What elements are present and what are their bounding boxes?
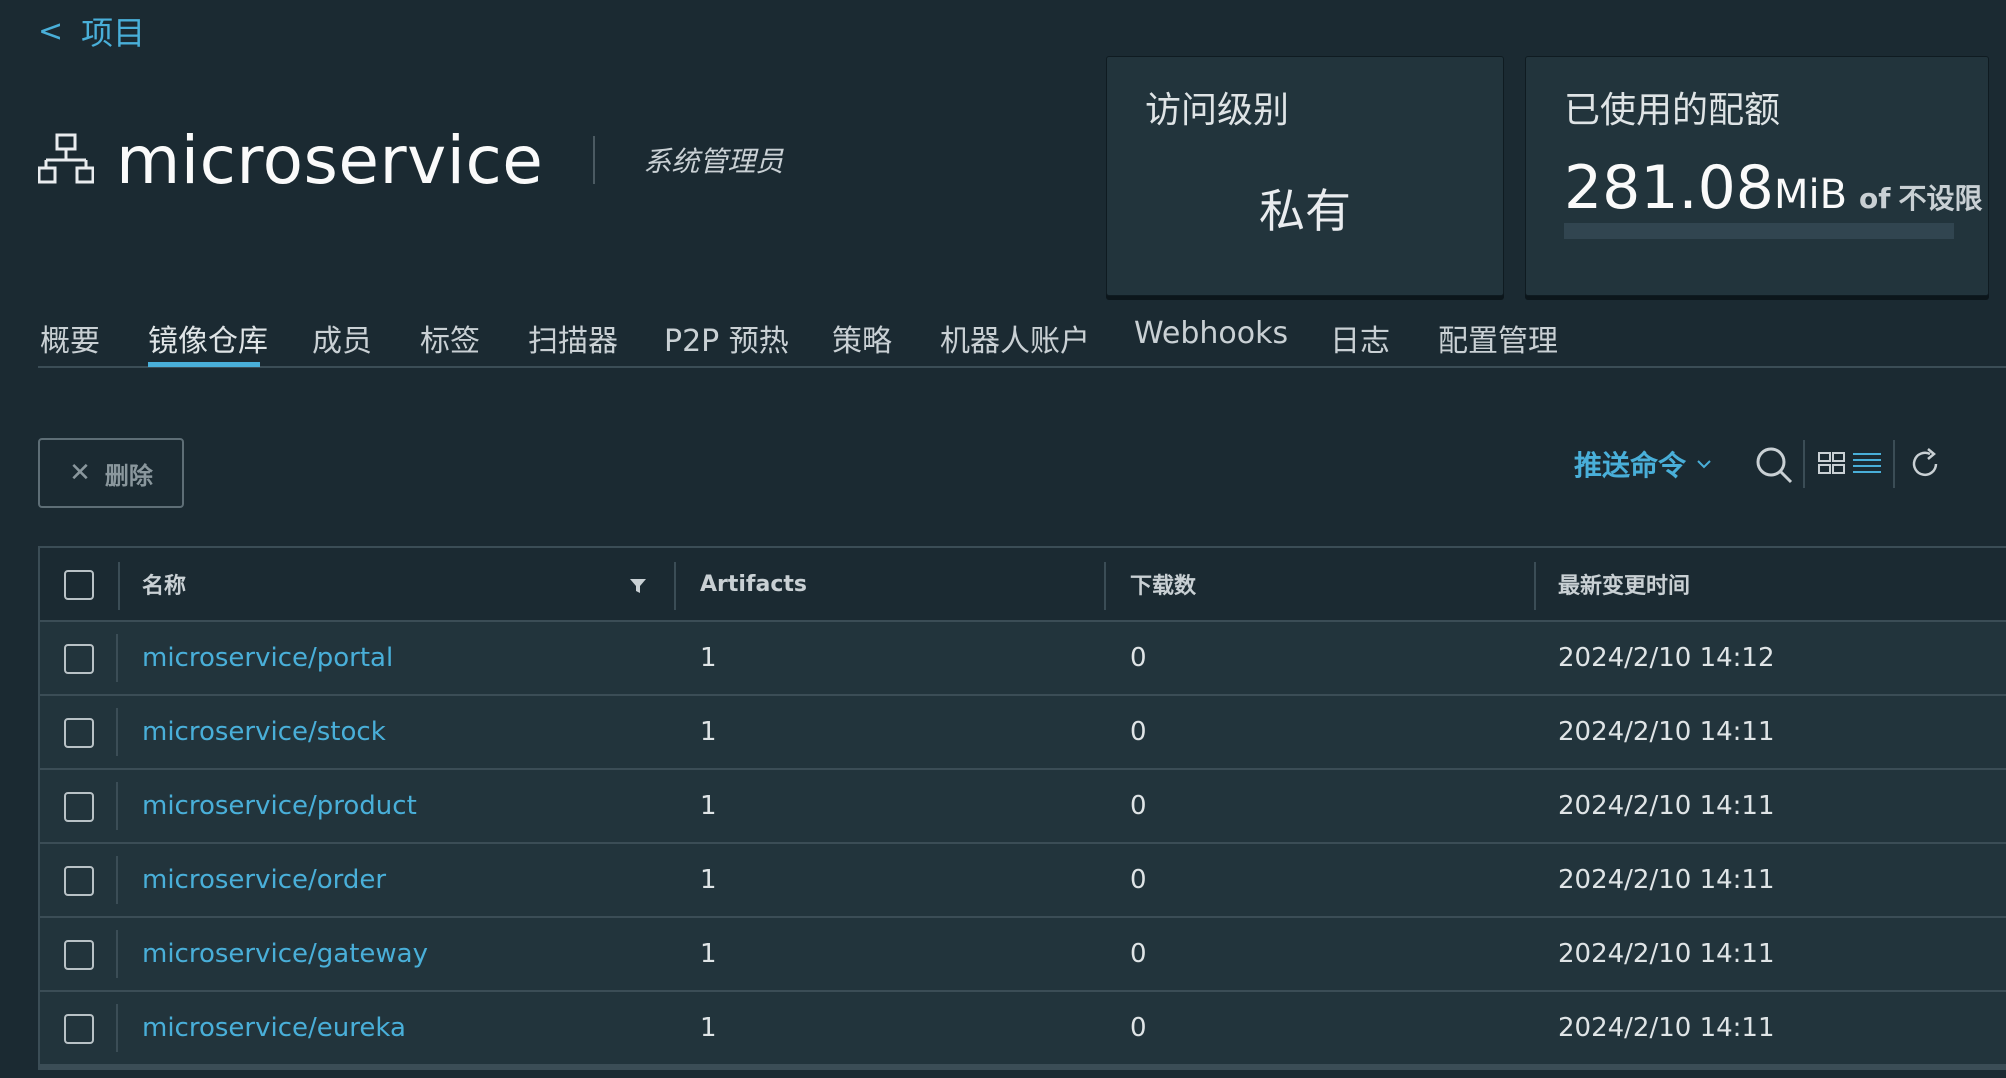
row-divider xyxy=(116,856,118,904)
pull-count: 0 xyxy=(1130,1013,1147,1043)
updated-time: 2024/2/10 14:11 xyxy=(1558,1013,1775,1043)
column-header-updated[interactable]: 最新变更时间 xyxy=(1558,548,1690,620)
refresh-icon[interactable] xyxy=(1908,447,1942,481)
table-row: microservice/eureka 1 0 2024/2/10 14:11 xyxy=(40,992,2006,1066)
push-command-label: 推送命令 xyxy=(1574,449,1687,482)
tab-robot-accounts[interactable]: 机器人账户 xyxy=(940,316,1090,360)
updated-time: 2024/2/10 14:11 xyxy=(1558,717,1775,747)
artifacts-count: 1 xyxy=(700,939,717,969)
access-level-card: 访问级别 私有 xyxy=(1106,56,1504,296)
delete-label: 删除 xyxy=(104,461,153,490)
project-role: 系统管理员 xyxy=(643,145,784,178)
quota-limit: 不设限 xyxy=(1898,182,1983,215)
row-checkbox[interactable] xyxy=(64,940,94,970)
repository-name-link[interactable]: microservice/gateway xyxy=(142,918,428,990)
chevron-down-icon xyxy=(1697,460,1711,469)
table-row: microservice/order 1 0 2024/2/10 14:11 xyxy=(40,844,2006,918)
row-divider xyxy=(116,708,118,756)
toolbar-divider xyxy=(1893,440,1895,488)
pull-count: 0 xyxy=(1130,865,1147,895)
repository-name-link[interactable]: microservice/eureka xyxy=(142,992,406,1064)
row-checkbox[interactable] xyxy=(64,866,94,896)
column-header-artifacts[interactable]: Artifacts xyxy=(700,548,807,620)
updated-time: 2024/2/10 14:11 xyxy=(1558,865,1775,895)
pull-count: 0 xyxy=(1130,791,1147,821)
tab-labels[interactable]: 标签 xyxy=(420,316,480,360)
artifacts-count: 1 xyxy=(700,791,717,821)
quota-value: 281.08 xyxy=(1564,153,1774,223)
tab-webhooks[interactable]: Webhooks xyxy=(1134,316,1288,351)
updated-time: 2024/2/10 14:11 xyxy=(1558,791,1775,821)
chevron-left-icon: < xyxy=(38,13,64,49)
project-title: microservice xyxy=(116,121,544,199)
grid-view-icon[interactable] xyxy=(1818,451,1846,475)
table-row: microservice/portal 1 0 2024/2/10 14:12 xyxy=(40,622,2006,696)
column-divider xyxy=(1534,562,1536,610)
row-divider xyxy=(116,1004,118,1052)
close-icon: ✕ xyxy=(69,458,91,488)
list-view-icon[interactable] xyxy=(1852,451,1882,475)
repositories-table: 名称 Artifacts 下载数 最新变更时间 microservice/por… xyxy=(38,546,2006,1066)
row-checkbox[interactable] xyxy=(64,718,94,748)
table-footer-edge xyxy=(38,1066,2006,1070)
artifacts-count: 1 xyxy=(700,643,717,673)
tab-scanner[interactable]: 扫描器 xyxy=(528,316,618,360)
column-divider xyxy=(118,562,120,610)
column-header-pulls[interactable]: 下载数 xyxy=(1130,548,1196,620)
back-to-projects-link[interactable]: < 项目 xyxy=(38,8,145,54)
quota-unit: MiB xyxy=(1773,172,1848,218)
repository-name-link[interactable]: microservice/order xyxy=(142,844,386,916)
tab-repositories[interactable]: 镜像仓库 xyxy=(148,316,268,360)
filter-icon[interactable] xyxy=(629,578,647,594)
row-checkbox[interactable] xyxy=(64,644,94,674)
column-divider xyxy=(674,562,676,610)
column-header-name[interactable]: 名称 xyxy=(142,548,186,620)
updated-time: 2024/2/10 14:11 xyxy=(1558,939,1775,969)
row-divider xyxy=(116,930,118,978)
pull-count: 0 xyxy=(1130,643,1147,673)
quota-card: 已使用的配额 281.08 MiB of 不设限 xyxy=(1525,56,1989,296)
row-checkbox[interactable] xyxy=(64,1014,94,1044)
quota-usage: 281.08 MiB of 不设限 xyxy=(1564,153,1982,223)
tab-logs[interactable]: 日志 xyxy=(1330,316,1390,360)
table-row: microservice/product 1 0 2024/2/10 14:11 xyxy=(40,770,2006,844)
table-row: microservice/stock 1 0 2024/2/10 14:11 xyxy=(40,696,2006,770)
project-header: microservice 系统管理员 xyxy=(38,120,783,200)
artifacts-count: 1 xyxy=(700,865,717,895)
active-tab-indicator xyxy=(148,362,260,367)
project-tabs: 概要 镜像仓库 成员 标签 扫描器 P2P 预热 策略 机器人账户 Webhoo… xyxy=(38,308,2006,368)
search-icon[interactable] xyxy=(1754,445,1794,485)
quota-title: 已使用的配额 xyxy=(1564,90,1781,131)
table-header: 名称 Artifacts 下载数 最新变更时间 xyxy=(40,548,2006,622)
tab-policy[interactable]: 策略 xyxy=(832,316,892,360)
repository-name-link[interactable]: microservice/portal xyxy=(142,622,393,694)
push-command-dropdown[interactable]: 推送命令 xyxy=(1574,436,1712,492)
column-divider xyxy=(1104,562,1106,610)
tab-configuration[interactable]: 配置管理 xyxy=(1438,316,1558,360)
delete-button[interactable]: ✕ 删除 xyxy=(38,438,184,508)
access-level-value: 私有 xyxy=(1259,184,1351,238)
quota-of: of xyxy=(1859,182,1891,215)
row-checkbox[interactable] xyxy=(64,792,94,822)
select-all-checkbox[interactable] xyxy=(64,570,94,600)
artifacts-count: 1 xyxy=(700,717,717,747)
quota-progress-bar xyxy=(1564,223,1954,239)
row-divider xyxy=(116,634,118,682)
access-level-title: 访问级别 xyxy=(1145,90,1290,131)
repository-name-link[interactable]: microservice/product xyxy=(142,770,417,842)
back-label: 项目 xyxy=(81,14,146,52)
artifacts-count: 1 xyxy=(700,1013,717,1043)
pull-count: 0 xyxy=(1130,939,1147,969)
tab-summary[interactable]: 概要 xyxy=(40,316,100,360)
updated-time: 2024/2/10 14:12 xyxy=(1558,643,1775,673)
pull-count: 0 xyxy=(1130,717,1147,747)
table-row: microservice/gateway 1 0 2024/2/10 14:11 xyxy=(40,918,2006,992)
tab-p2p-preheat[interactable]: P2P 预热 xyxy=(664,316,789,360)
row-divider xyxy=(116,782,118,830)
header-divider xyxy=(593,136,596,184)
repository-name-link[interactable]: microservice/stock xyxy=(142,696,386,768)
project-tree-icon xyxy=(38,133,94,184)
tab-members[interactable]: 成员 xyxy=(312,316,372,360)
toolbar-divider xyxy=(1803,440,1805,488)
